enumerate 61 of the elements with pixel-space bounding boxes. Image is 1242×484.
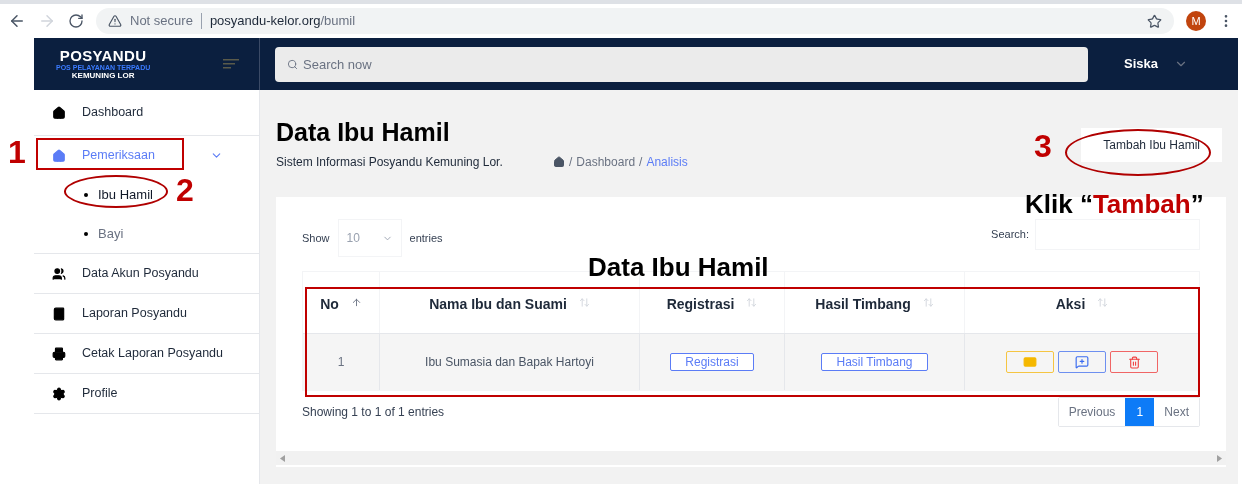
settings-icon bbox=[52, 386, 66, 401]
sidebar-item[interactable]: Cetak Laporan Posyandu bbox=[34, 334, 259, 373]
table-info: Showing 1 to 1 of 1 entries bbox=[302, 404, 445, 421]
printer-icon bbox=[52, 346, 66, 361]
bookmark-star-icon[interactable] bbox=[1147, 13, 1162, 29]
instruction-text: Klik “Tambah” bbox=[1025, 191, 1204, 217]
breadcrumb-separator: / bbox=[569, 154, 573, 171]
page-title: Data Ibu Hamil bbox=[276, 120, 451, 145]
step-number: 3 bbox=[1034, 130, 1052, 162]
scroll-left-icon[interactable] bbox=[280, 454, 285, 462]
sort-icon bbox=[578, 297, 590, 308]
step-number: 1 bbox=[8, 136, 26, 168]
column-header[interactable]: No bbox=[303, 272, 380, 333]
search-label: Search: bbox=[991, 226, 1029, 242]
home-icon bbox=[52, 148, 66, 163]
security-label: Not secure bbox=[130, 12, 193, 31]
address-bar[interactable]: Not secure posyandu-kelor.org/bumil bbox=[96, 8, 1174, 34]
show-label: Show bbox=[302, 230, 330, 246]
column-header[interactable]: Aksi bbox=[965, 272, 1199, 333]
sort-ascending-icon bbox=[350, 297, 362, 308]
trash-icon bbox=[1127, 355, 1141, 369]
url-text: posyandu-kelor.org/bumil bbox=[209, 12, 356, 31]
table-cell: 1 bbox=[303, 334, 380, 390]
edit-button[interactable] bbox=[1058, 351, 1106, 373]
sort-icon bbox=[922, 297, 934, 308]
view-button[interactable] bbox=[1006, 351, 1054, 373]
weighing-result-button[interactable]: Hasil Timbang bbox=[821, 353, 928, 371]
table-cell: Ibu Sumasia dan Bapak Hartoyi bbox=[380, 334, 640, 390]
reload-icon[interactable] bbox=[68, 13, 84, 29]
delete-button[interactable] bbox=[1110, 351, 1158, 373]
sidebar-item[interactable]: Laporan Posyandu bbox=[34, 294, 259, 333]
warning-icon bbox=[108, 14, 122, 28]
sort-icon bbox=[746, 297, 758, 308]
search-field[interactable]: Search now bbox=[275, 46, 1088, 82]
sidebar-item[interactable]: Pemeriksaan bbox=[34, 136, 259, 175]
sort-icon bbox=[1097, 297, 1109, 308]
forward-icon[interactable] bbox=[38, 12, 56, 30]
page-subtitle: Sistem Informasi Posyandu Kemuning Lor. bbox=[276, 154, 504, 171]
users-icon bbox=[52, 266, 66, 281]
entries-label: entries bbox=[409, 230, 443, 246]
home-icon bbox=[52, 105, 66, 120]
add-button[interactable]: Tambah Ibu Hamil bbox=[1081, 128, 1222, 162]
scroll-right-icon[interactable] bbox=[1217, 454, 1222, 462]
message-icon bbox=[1075, 355, 1089, 369]
home-icon[interactable] bbox=[553, 156, 565, 168]
column-header[interactable]: Hasil Timbang bbox=[785, 272, 965, 333]
sidebar-item[interactable]: Dashboard bbox=[34, 90, 259, 135]
sidebar-item[interactable]: Profile bbox=[34, 374, 259, 413]
step-number: 2 bbox=[176, 174, 194, 206]
search-icon bbox=[287, 58, 298, 70]
menu-toggle-icon[interactable] bbox=[223, 59, 239, 69]
breadcrumb-link[interactable]: Dashboard bbox=[576, 153, 636, 171]
back-icon[interactable] bbox=[8, 12, 26, 30]
user-menu[interactable]: Siska bbox=[1124, 54, 1188, 74]
profile-avatar[interactable]: M bbox=[1186, 11, 1206, 31]
sidebar-item[interactable]: Data Akun Posyandu bbox=[34, 254, 259, 293]
breadcrumb-separator: / bbox=[639, 154, 643, 171]
page-button[interactable]: 1 bbox=[1125, 398, 1155, 426]
registration-button[interactable]: Registrasi bbox=[670, 353, 754, 371]
sidebar-subitem[interactable]: Bayi bbox=[34, 214, 259, 253]
book-icon bbox=[52, 306, 66, 321]
